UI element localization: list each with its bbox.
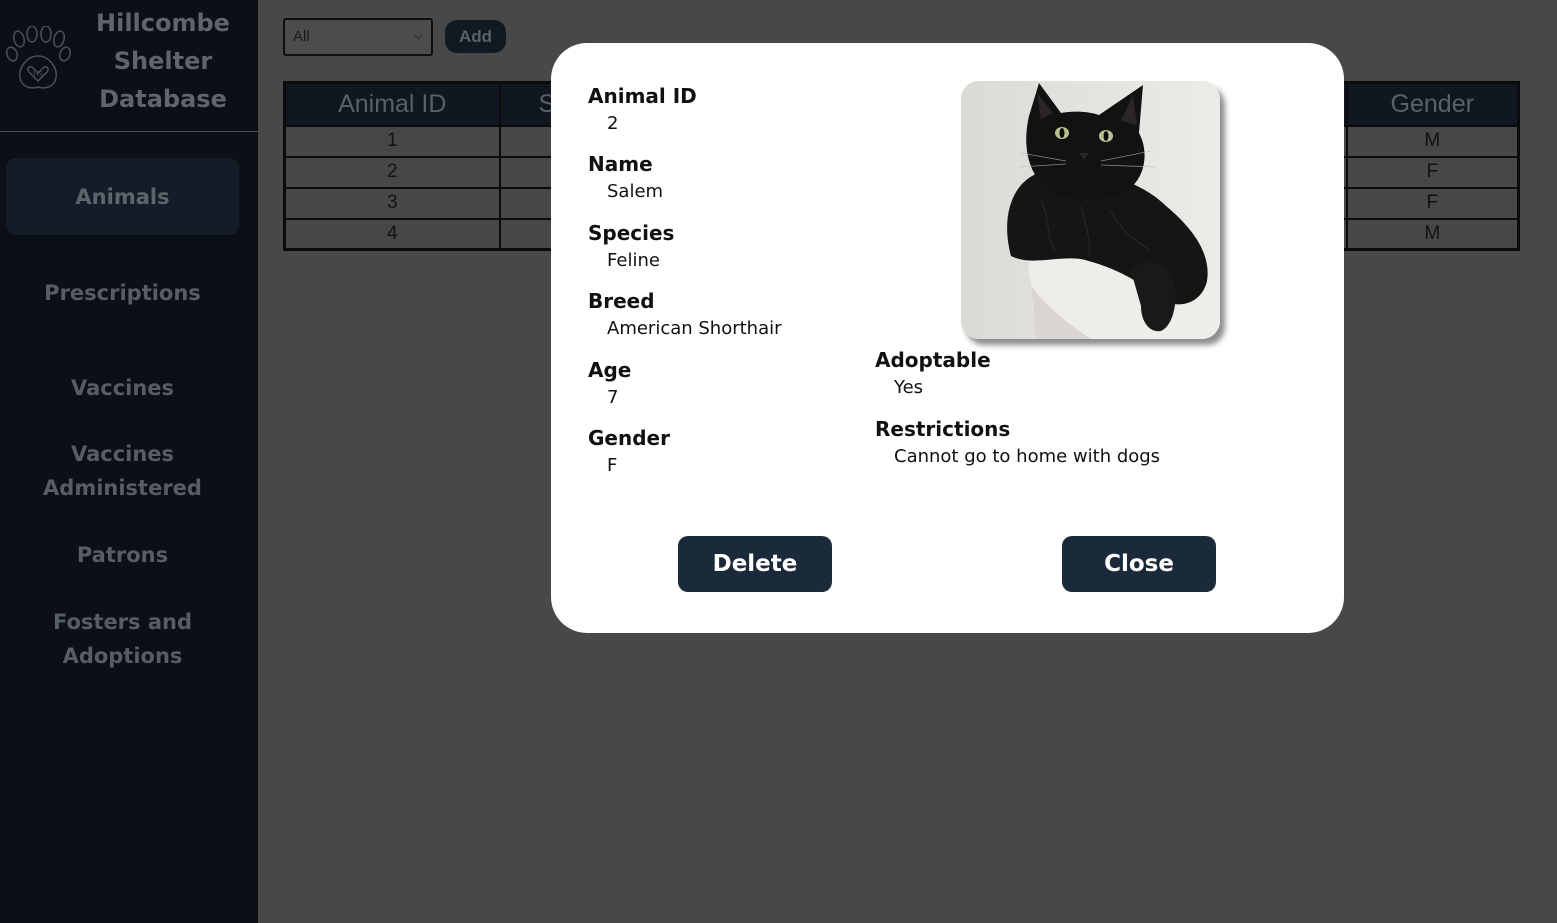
app-title-line-2: Shelter — [113, 47, 213, 75]
restrictions-label: Restrictions — [875, 417, 1011, 441]
breed-label: Breed — [588, 289, 655, 313]
app-title-line-3: Database — [99, 85, 227, 113]
column-header-species[interactable]: S — [498, 81, 558, 127]
sidebar-nav: Animals Prescriptions Vaccines Vaccines … — [6, 158, 239, 679]
cell-animal-id: 1 — [283, 124, 501, 158]
cell-species — [498, 155, 558, 189]
cat-photo-image — [961, 81, 1220, 339]
cell-gender: F — [1345, 186, 1520, 220]
adoptable-label: Adoptable — [875, 348, 991, 372]
paw-logo-icon: HS — [5, 26, 71, 89]
cell-gender: M — [1345, 124, 1520, 158]
cell-gender: M — [1345, 217, 1520, 251]
sidebar-item-label: Vaccines Administered — [43, 442, 202, 500]
cell-species — [498, 124, 558, 158]
sidebar-item-label: Animals — [75, 184, 170, 209]
add-button-label: Add — [458, 26, 493, 46]
name-label: Name — [588, 152, 653, 176]
cell-animal-id: 4 — [283, 217, 501, 251]
species-filter-select[interactable]: All ⌵ — [283, 18, 433, 56]
column-header-animal-id[interactable]: Animal ID — [283, 81, 501, 127]
species-value: Feline — [607, 250, 660, 271]
svg-text:HS: HS — [33, 70, 43, 78]
cell-species — [498, 217, 558, 251]
sidebar-item-vaccines[interactable]: Vaccines — [6, 354, 239, 422]
sidebar-item-label: Patrons — [76, 543, 169, 567]
sidebar-item-fosters-and-adoptions[interactable]: Fosters and Adoptions — [6, 599, 239, 679]
sidebar-item-label: Prescriptions — [44, 281, 201, 305]
filter-selected-value: All — [293, 28, 310, 45]
cell-animal-id: 2 — [283, 155, 501, 189]
species-label: Species — [588, 221, 675, 245]
column-header-gender[interactable]: Gender — [1345, 81, 1520, 127]
sidebar-item-label: Vaccines — [70, 376, 175, 400]
sidebar-item-label: Fosters and Adoptions — [52, 610, 193, 668]
brand-header: HS Hillcombe Shelter Database — [0, 0, 258, 132]
delete-button-label: Delete — [712, 551, 798, 577]
chevron-down-icon: ⌵ — [413, 28, 423, 42]
adoptable-value: Yes — [894, 377, 924, 398]
sidebar-item-vaccines-administered[interactable]: Vaccines Administered — [6, 431, 239, 511]
name-value: Salem — [607, 181, 664, 202]
close-button[interactable]: Close — [1062, 536, 1216, 592]
sidebar-item-patrons[interactable]: Patrons — [6, 521, 239, 589]
cell-species — [498, 186, 558, 220]
sidebar-item-prescriptions[interactable]: Prescriptions — [6, 259, 239, 327]
animal-detail-modal: Animal ID 2 Name Salem Species Feline Br… — [551, 43, 1344, 633]
sidebar: HS Hillcombe Shelter Database Animals Pr… — [0, 0, 258, 923]
animal-id-value: 2 — [607, 113, 619, 134]
age-value: 7 — [607, 387, 619, 408]
animal-id-label: Animal ID — [588, 84, 697, 108]
cell-gender: F — [1345, 155, 1520, 189]
gender-value: F — [607, 455, 618, 476]
age-label: Age — [588, 358, 632, 382]
close-button-label: Close — [1104, 551, 1174, 577]
gender-label: Gender — [588, 426, 670, 450]
cell-animal-id: 3 — [283, 186, 501, 220]
app-title: Hillcombe Shelter Database — [94, 4, 232, 118]
delete-button[interactable]: Delete — [678, 536, 832, 592]
animal-photo — [961, 81, 1220, 339]
app-title-line-1: Hillcombe — [96, 9, 230, 37]
restrictions-value: Cannot go to home with dogs — [894, 446, 1161, 467]
sidebar-item-animals[interactable]: Animals — [6, 158, 239, 235]
add-animal-button[interactable]: Add — [445, 20, 506, 53]
breed-value: American Shorthair — [607, 318, 782, 339]
